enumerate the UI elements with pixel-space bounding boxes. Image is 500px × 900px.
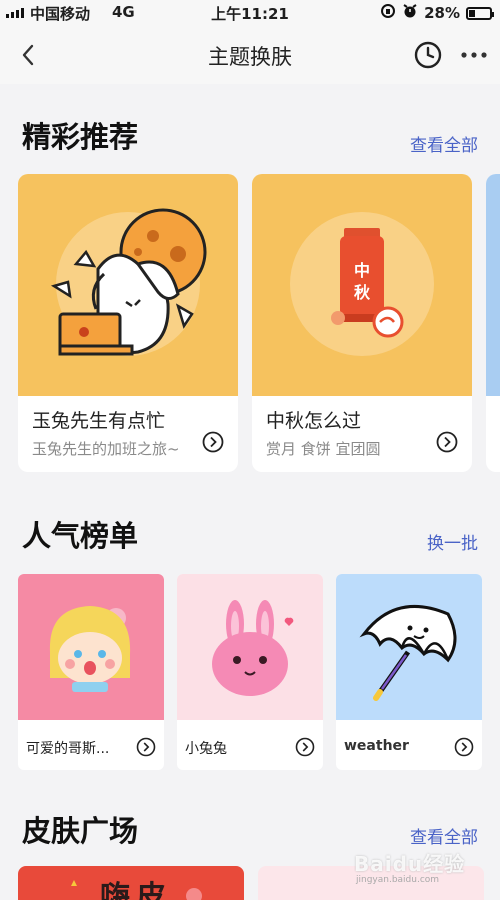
- next-card-art: [486, 174, 500, 396]
- square-view-all-link[interactable]: 查看全部: [410, 823, 478, 848]
- featured-card-title: 玉兔先生有点忙: [32, 410, 166, 432]
- featured-card-desc: 玉兔先生的加班之旅~: [32, 440, 180, 458]
- chevron-right-circle-icon[interactable]: [202, 431, 224, 453]
- battery-icon: [466, 6, 494, 20]
- blonde-girl-illustration: [18, 574, 164, 720]
- popular-card-bunny[interactable]: 小兔兔: [177, 574, 323, 770]
- nav-bar: 主题换肤: [0, 26, 500, 84]
- baidu-jingyan-watermark: Baidu经验 jingyan.baidu.com: [354, 848, 474, 892]
- umbrella-illustration: [336, 574, 482, 720]
- watermark-url: jingyan.baidu.com: [356, 875, 440, 885]
- featured-section-title: 精彩推荐: [22, 120, 139, 154]
- popular-card-title: 可爱的哥斯...: [26, 741, 110, 757]
- watermark-brand: Baidu经验: [354, 852, 466, 876]
- featured-card-midautumn[interactable]: 中秋 中秋怎么过 赏月 食饼 宜团圆: [252, 174, 472, 472]
- popular-card-weather[interactable]: weather: [336, 574, 482, 770]
- featured-card-next-peek[interactable]: [486, 174, 500, 472]
- orientation-lock-icon: [380, 3, 396, 23]
- chevron-right-circle-icon[interactable]: [454, 737, 474, 757]
- chevron-right-circle-icon[interactable]: [295, 737, 315, 757]
- popular-card-title: 小兔兔: [185, 741, 227, 757]
- square-card-decoration: [71, 880, 202, 900]
- square-section-title: 皮肤广场: [22, 814, 139, 848]
- featured-card-rabbit[interactable]: 玉兔先生有点忙 玉兔先生的加班之旅~: [18, 174, 238, 472]
- history-clock-icon[interactable]: [412, 39, 444, 71]
- alarm-icon: [402, 3, 418, 23]
- lantern-illustration: 中秋: [252, 174, 472, 396]
- rabbit-busy-illustration: [18, 174, 238, 396]
- popular-card-title: weather: [344, 738, 409, 754]
- chevron-right-circle-icon[interactable]: [136, 737, 156, 757]
- square-card-red[interactable]: 嗨皮: [18, 866, 244, 900]
- lantern-badge-text: 中秋: [353, 261, 370, 302]
- featured-view-all-link[interactable]: 查看全部: [410, 131, 478, 156]
- popular-section-title: 人气榜单: [22, 519, 139, 553]
- pink-bunny-illustration: [177, 574, 323, 720]
- more-dots-icon[interactable]: [458, 39, 490, 71]
- featured-card-desc: 赏月 食饼 宜团圆: [266, 440, 381, 458]
- featured-card-title: 中秋怎么过: [266, 410, 362, 432]
- popular-refresh-link[interactable]: 换一批: [427, 529, 478, 554]
- status-bar: 中国移动 4G 上午11:21 28%: [0, 0, 500, 26]
- chevron-right-circle-icon[interactable]: [436, 431, 458, 453]
- popular-card-girl[interactable]: 可爱的哥斯...: [18, 574, 164, 770]
- battery-percent: 28%: [424, 4, 460, 22]
